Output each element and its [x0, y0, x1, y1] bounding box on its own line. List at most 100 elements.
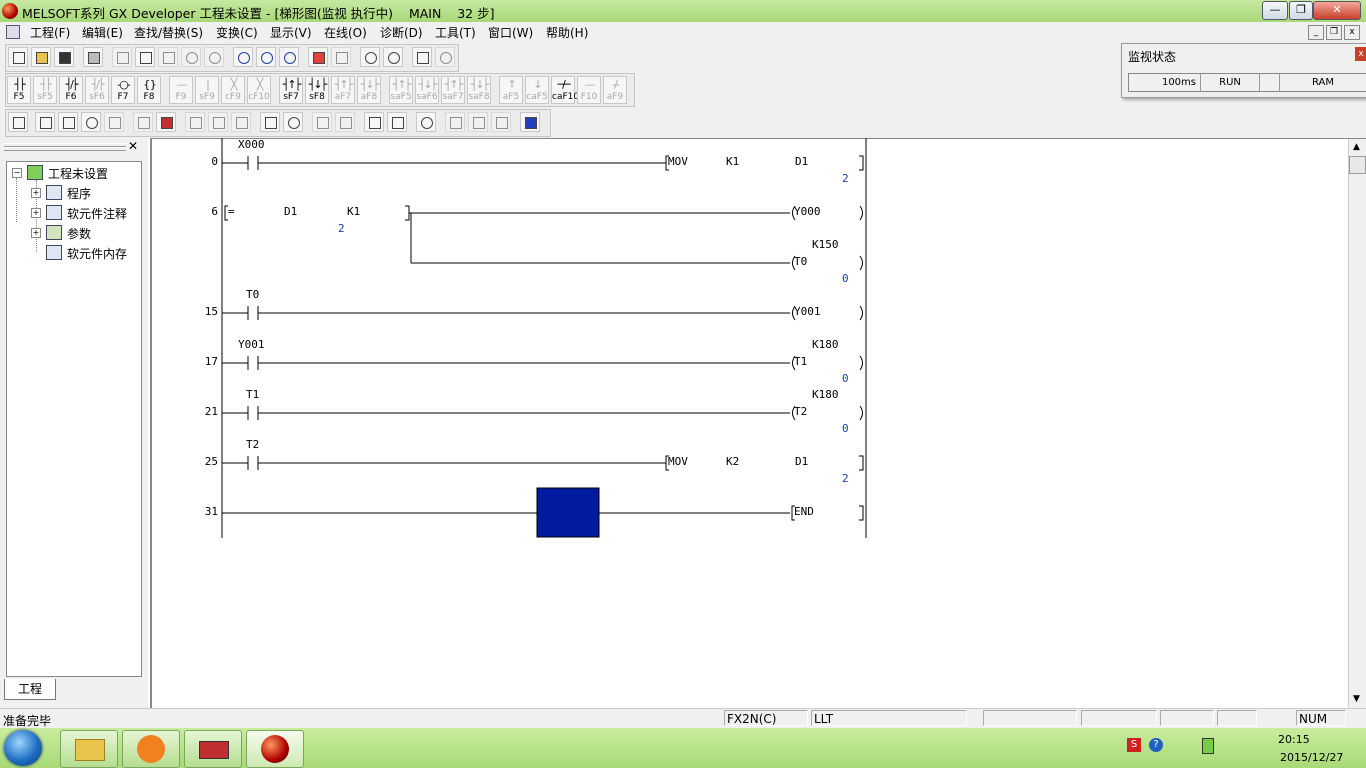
insert-row-button[interactable]	[445, 112, 465, 132]
close-button[interactable]: ✕	[1313, 1, 1361, 20]
menu-help[interactable]: 帮助(H)	[546, 24, 588, 41]
menu-project[interactable]: 工程(F)	[30, 24, 70, 41]
fkey-button-f10[interactable]: — F10	[577, 76, 601, 104]
fkey-button-caf10[interactable]: ─/─ caF10	[551, 76, 579, 104]
redo-button[interactable]	[204, 47, 224, 67]
entry-data-monitor-button[interactable]	[435, 47, 455, 67]
device-comment-button[interactable]	[133, 112, 153, 132]
ladder-comment-button[interactable]	[8, 112, 28, 132]
panel-close-button[interactable]: ✕	[128, 139, 138, 153]
tree-item-device-memory[interactable]: 软元件内存	[67, 245, 127, 262]
rung-17[interactable]: 17 Y001 K180 T1 0	[205, 338, 863, 385]
save-button[interactable]	[54, 47, 74, 67]
print-button[interactable]	[83, 47, 103, 67]
mdi-restore-button[interactable]: ❐	[1326, 25, 1342, 40]
fkey-button-sf6[interactable]: ┤/├ sF6	[85, 76, 109, 104]
rung-21[interactable]: 21 T1 K180 T2 0	[205, 388, 863, 435]
taskbar-app[interactable]	[184, 730, 242, 768]
tree-collapse-root[interactable]: −	[12, 168, 22, 178]
help-icon[interactable]: ?	[1149, 738, 1163, 752]
rung-0[interactable]: 0 X000 MOV K1 D1 2	[211, 138, 864, 185]
fkey-button-af9[interactable]: -/- aF9	[603, 76, 627, 104]
find-instruction-button[interactable]	[256, 47, 276, 67]
fkey-button-cf10[interactable]: ╳ cF10	[247, 76, 271, 104]
device-list-button[interactable]	[260, 112, 280, 132]
clock-time[interactable]: 20:15	[1278, 733, 1310, 746]
copy-button[interactable]	[135, 47, 155, 67]
tree-item-device-comment[interactable]: 软元件注释	[67, 205, 127, 222]
ladder-mode-button[interactable]	[58, 112, 78, 132]
fkey-button-saf7[interactable]: ┤↑├ saF7	[441, 76, 465, 104]
rung-31[interactable]: 31 END	[205, 505, 864, 521]
menu-diagnostics[interactable]: 诊断(D)	[380, 24, 423, 41]
device-batch-button[interactable]	[412, 47, 432, 67]
find-contact-coil-button[interactable]	[279, 47, 299, 67]
paste-button[interactable]	[158, 47, 178, 67]
rung-6[interactable]: 6 = D1 K1 2 Y000 K150 T0 0	[211, 205, 863, 285]
start-button[interactable]	[4, 730, 42, 766]
maximize-button[interactable]: ❐	[1289, 1, 1313, 20]
fkey-button-saf5[interactable]: ┤↑├ saF5	[389, 76, 413, 104]
read-from-plc-button[interactable]	[331, 47, 351, 67]
rung-25[interactable]: 25 T2 MOV K2 D1 2	[205, 438, 864, 485]
fkey-button-caf5[interactable]: ↓ caF5	[525, 76, 549, 104]
cut-button[interactable]	[112, 47, 132, 67]
monitor-start-button[interactable]	[360, 47, 380, 67]
monitor-close-button[interactable]: x	[1355, 47, 1366, 61]
find-device-button[interactable]	[233, 47, 253, 67]
rung-15[interactable]: 15 T0 Y001	[205, 288, 863, 321]
tree-item-program[interactable]: 程序	[67, 185, 91, 202]
fkey-button-f7[interactable]: -○- F7	[111, 76, 135, 104]
fkey-button-sf9[interactable]: | sF9	[195, 76, 219, 104]
scroll-thumb[interactable]	[1349, 156, 1366, 174]
alias-button[interactable]	[231, 112, 251, 132]
tree-expand-parameter[interactable]: +	[31, 228, 41, 238]
scroll-down-arrow-icon[interactable]: ▼	[1348, 691, 1365, 707]
fkey-button-cf9[interactable]: ╳ cF9	[221, 76, 245, 104]
zoom-in-button[interactable]	[364, 112, 384, 132]
fkey-button-af5[interactable]: ↑ aF5	[499, 76, 523, 104]
undo-button[interactable]	[181, 47, 201, 67]
ime-icon[interactable]: S	[1127, 738, 1141, 752]
stop-monitor-button[interactable]	[156, 112, 176, 132]
minimize-button[interactable]: —	[1262, 1, 1288, 20]
fkey-button-f8[interactable]: { } F8	[137, 76, 161, 104]
fkey-button-f9[interactable]: — F9	[169, 76, 193, 104]
statement-button[interactable]	[185, 112, 205, 132]
vertical-scrollbar[interactable]	[1348, 139, 1366, 708]
delete-row-button[interactable]	[468, 112, 488, 132]
monitor-device-button[interactable]	[416, 112, 436, 132]
tree-expand-device-comment[interactable]: +	[31, 208, 41, 218]
menu-find-replace[interactable]: 查找/替换(S)	[134, 24, 203, 41]
monitor-write-button[interactable]	[104, 112, 124, 132]
clock-date[interactable]: 2015/12/27	[1280, 751, 1343, 764]
taskbar-browser[interactable]	[122, 730, 180, 768]
insert-column-button[interactable]	[491, 112, 511, 132]
fkey-button-saf8[interactable]: ┤↓├ saF8	[467, 76, 491, 104]
fkey-button-f5[interactable]: ┤├ F5	[7, 76, 31, 104]
tab-project[interactable]: 工程	[4, 679, 56, 700]
tree-item-project-root[interactable]: 工程未设置	[48, 165, 108, 182]
cross-reference-button[interactable]	[283, 112, 303, 132]
fkey-button-sf8[interactable]: ┤↓├ sF8	[305, 76, 329, 104]
taskbar-explorer[interactable]	[60, 730, 118, 768]
scroll-up-arrow-icon[interactable]: ▲	[1348, 139, 1365, 155]
note-button[interactable]	[208, 112, 228, 132]
monitor-stop-button[interactable]	[383, 47, 403, 67]
ladder-cursor[interactable]	[536, 487, 600, 538]
fkey-button-sf5[interactable]: ┤├ sF5	[33, 76, 57, 104]
taskbar-gx-developer[interactable]	[246, 730, 304, 768]
mdi-close-button[interactable]: x	[1344, 25, 1360, 40]
menu-edit[interactable]: 编辑(E)	[82, 24, 123, 41]
battery-icon[interactable]	[1202, 738, 1214, 754]
zoom-out-button[interactable]	[387, 112, 407, 132]
document-icon[interactable]	[6, 25, 20, 39]
fkey-button-af8[interactable]: ┤↓├ aF8	[357, 76, 381, 104]
ladder-diagram[interactable]: 0 X000 MOV K1 D1 2 6 = D1 K1 2 Y000 K150…	[150, 138, 1348, 708]
fkey-button-af7[interactable]: ┤↑├ aF7	[331, 76, 355, 104]
menu-online[interactable]: 在线(O)	[324, 24, 367, 41]
menu-window[interactable]: 窗口(W)	[488, 24, 533, 41]
mdi-minimize-button[interactable]: _	[1308, 25, 1324, 40]
fkey-button-sf7[interactable]: ┤↑├ sF7	[279, 76, 303, 104]
menu-tools[interactable]: 工具(T)	[435, 24, 476, 41]
